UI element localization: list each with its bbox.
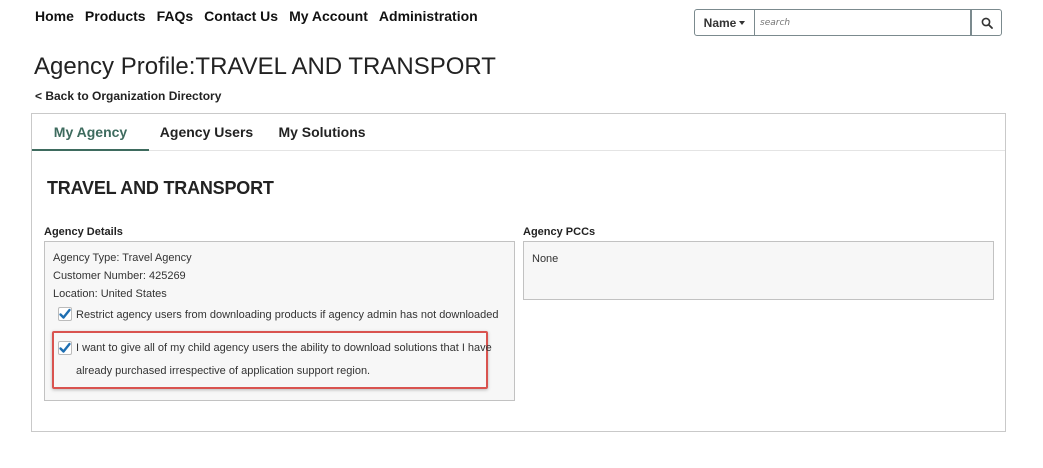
top-nav: Home Products FAQs Contact Us My Account… [35,8,489,24]
agency-profile-panel: My Agency Agency Users My Solutions TRAV… [31,113,1006,432]
nav-administration[interactable]: Administration [379,8,478,24]
restrict-download-checkbox[interactable] [58,307,72,321]
nav-home[interactable]: Home [35,8,74,24]
search-bar: Name [694,9,1002,36]
agency-type: Agency Type: Travel Agency [53,252,192,264]
search-input[interactable] [755,9,971,36]
agency-pccs-box: None [523,241,994,300]
agency-name-heading: TRAVEL AND TRANSPORT [47,178,274,198]
search-filter-label: Name [703,15,737,30]
agency-pccs-label: Agency PCCs [523,226,596,238]
caret-down-icon [739,21,746,25]
customer-number: Customer Number: 425269 [53,270,186,282]
agency-location: Location: United States [53,288,167,300]
checkmark-icon [59,308,71,319]
agency-details-box: Agency Type: Travel Agency Customer Numb… [44,241,515,401]
tab-bar: My Agency Agency Users My Solutions [32,114,1005,151]
highlight-box [52,331,488,389]
agency-details-label: Agency Details [44,226,123,238]
child-agency-download-label-line1: I want to give all of my child agency us… [76,342,492,354]
child-agency-download-label-line2: already purchased irrespective of applic… [76,365,371,377]
nav-faqs[interactable]: FAQs [157,8,194,24]
restrict-download-label: Restrict agency users from downloading p… [76,309,499,321]
agency-pccs-value: None [532,253,559,265]
nav-my-account[interactable]: My Account [289,8,368,24]
tab-agency-users[interactable]: Agency Users [149,114,264,150]
tab-my-agency[interactable]: My Agency [32,114,149,151]
nav-products[interactable]: Products [85,8,146,24]
nav-contact-us[interactable]: Contact Us [204,8,278,24]
tab-my-solutions[interactable]: My Solutions [264,114,380,150]
checkmark-icon [59,342,71,353]
search-filter-dropdown[interactable]: Name [694,9,755,36]
search-button[interactable] [971,9,1002,36]
child-agency-download-checkbox[interactable] [58,341,72,355]
back-to-directory-link[interactable]: < Back to Organization Directory [35,89,221,103]
page-title: Agency Profile:TRAVEL AND TRANSPORT [34,53,496,80]
search-icon [981,17,993,29]
